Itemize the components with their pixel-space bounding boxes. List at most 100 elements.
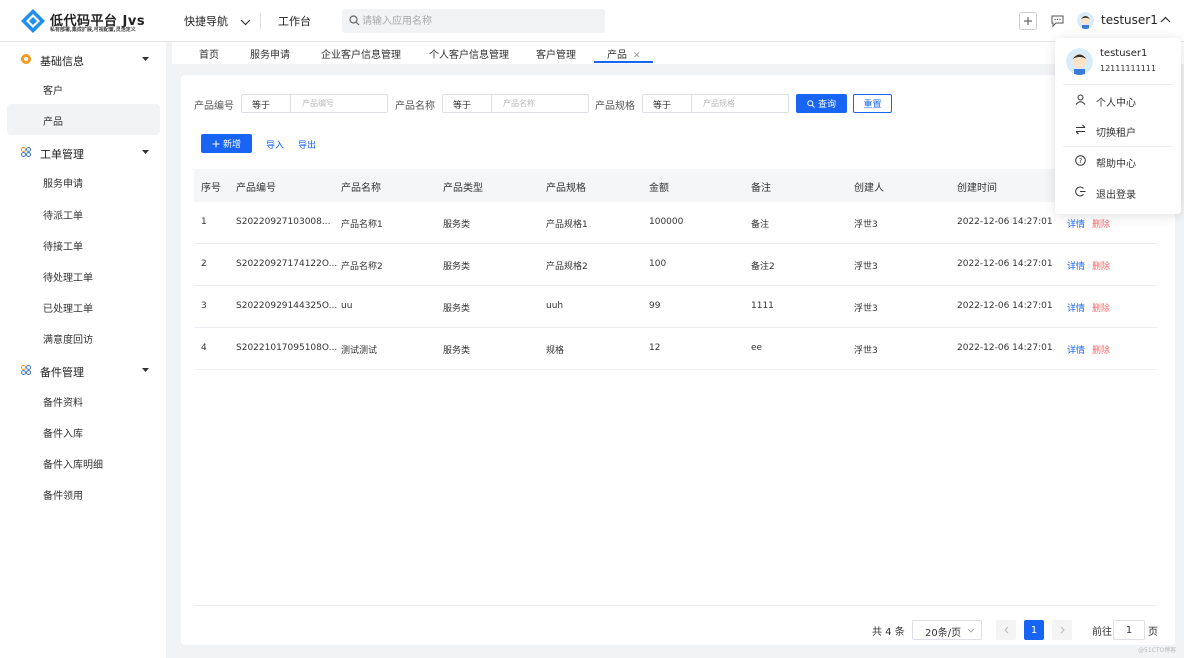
close-icon[interactable]: ✕ [633, 51, 641, 61]
detail-link[interactable]: 详情 [1067, 301, 1085, 314]
message-button[interactable] [1048, 12, 1066, 30]
export-button[interactable]: 导出 [298, 138, 316, 151]
menu-item-label: 退出登录 [1096, 190, 1136, 201]
menu-divider [1063, 146, 1173, 147]
table-cell: 2022-12-06 14:27:01 [957, 259, 1053, 269]
operator-select[interactable]: 等于 [643, 95, 692, 112]
delete-link[interactable]: 删除 [1092, 301, 1110, 314]
tab-service-request[interactable]: 服务申请 [250, 46, 290, 61]
sidebar-group-label: 工单管理 [40, 148, 84, 161]
table-cell: 服务类 [443, 346, 471, 356]
sidebar-item-customer[interactable]: 客户 [7, 73, 160, 104]
table-header: 序号 产品编号 产品名称 产品类型 产品规格 金额 备注 创建人 创建时间 [194, 169, 1157, 202]
logo[interactable]: 低代码平台 Jvs 私有部署,集成扩展,可视配置,灵活定义 [20, 8, 160, 36]
switch-icon [1075, 124, 1086, 135]
sidebar-item-label: 已处理工单 [43, 304, 93, 315]
goto-page-input[interactable] [1113, 620, 1145, 640]
table-cell: 12 [649, 343, 661, 353]
detail-link[interactable]: 详情 [1067, 259, 1085, 272]
sidebar-item-spare-data[interactable]: 备件资料 [7, 385, 160, 416]
filter-input[interactable] [292, 95, 387, 112]
user-name[interactable]: testuser1 [1101, 13, 1158, 27]
tab-label: 产品 [607, 50, 627, 61]
sidebar-item-label: 备件入库 [43, 429, 83, 440]
sidebar-item-service-request[interactable]: 服务申请 [7, 166, 160, 197]
tab-home[interactable]: 首页 [199, 46, 219, 61]
sidebar-item-spare-inbound-detail[interactable]: 备件入库明细 [7, 447, 160, 478]
sidebar-item-processed[interactable]: 已处理工单 [7, 291, 160, 322]
delete-link[interactable]: 删除 [1092, 259, 1110, 272]
logo-icon [21, 9, 45, 33]
tab-enterprise-customer[interactable]: 企业客户信息管理 [321, 46, 401, 61]
user-avatar[interactable] [1077, 12, 1094, 29]
add-button[interactable]: 新增 [201, 134, 252, 153]
grid-icon [21, 365, 31, 375]
delete-link[interactable]: 删除 [1092, 217, 1110, 230]
filter-label: 产品编号 [194, 101, 234, 112]
import-button[interactable]: 导入 [266, 138, 284, 151]
menu-item-logout[interactable]: 退出登录 [1075, 183, 1175, 203]
delete-link[interactable]: 删除 [1092, 343, 1110, 356]
reset-button[interactable]: 重置 [853, 94, 892, 113]
svg-text:?: ? [1079, 157, 1083, 165]
sidebar-item-label: 产品 [43, 117, 63, 128]
sidebar-item-product[interactable]: 产品 [7, 104, 160, 135]
quick-nav-label: 快捷导航 [184, 15, 228, 28]
table-cell: 1111 [751, 301, 774, 311]
active-tab-indicator [594, 61, 653, 63]
sidebar-group-work-order[interactable]: 工单管理 [0, 138, 166, 166]
table-cell: S20221017095108O... [236, 343, 338, 353]
table-cell: uu [341, 301, 353, 311]
pagination-total: 共 4 条 [872, 627, 905, 638]
filter-input[interactable] [693, 95, 788, 112]
sidebar-item-satisfaction[interactable]: 满意度回访 [7, 322, 160, 353]
chevron-up-icon[interactable] [1160, 16, 1171, 23]
query-button[interactable]: 查询 [796, 94, 847, 113]
table-bottom-border [194, 605, 1157, 606]
sidebar-item-pending-process[interactable]: 待处理工单 [7, 260, 160, 291]
next-page-button[interactable] [1052, 620, 1072, 640]
operator-select[interactable]: 等于 [443, 95, 492, 112]
sidebar-item-spare-inbound[interactable]: 备件入库 [7, 416, 160, 447]
caret-down-icon [142, 368, 149, 372]
prev-page-button[interactable] [996, 620, 1016, 640]
add-app-button[interactable] [1019, 12, 1037, 30]
caret-down-icon [142, 150, 149, 154]
sidebar-group-label: 备件管理 [40, 366, 84, 379]
detail-link[interactable]: 详情 [1067, 343, 1085, 356]
sidebar-item-spare-requisition[interactable]: 备件领用 [7, 478, 160, 509]
column-header: 序号 [201, 183, 221, 194]
sidebar-group-spare-parts[interactable]: 备件管理 [0, 356, 166, 384]
avatar-icon [1077, 12, 1094, 29]
table-cell: S20220927174122O... [236, 259, 338, 269]
table-cell: 服务类 [443, 220, 471, 230]
menu-divider [1063, 84, 1173, 85]
tab-product[interactable]: 产品 ✕ [607, 46, 641, 61]
table-row: 2 S20220927174122O... 产品名称2 服务类 产品规格2 10… [194, 244, 1157, 286]
menu-phone: 12111111111 [1100, 64, 1156, 73]
operator-select[interactable]: 等于 [242, 95, 291, 112]
table-cell: 产品规格1 [546, 220, 588, 230]
menu-item-personal-center[interactable]: 个人中心 [1075, 91, 1175, 111]
tab-personal-customer[interactable]: 个人客户信息管理 [429, 46, 509, 61]
detail-link[interactable]: 详情 [1067, 217, 1085, 230]
menu-item-help-center[interactable]: ? 帮助中心 [1075, 152, 1175, 172]
workbench-link[interactable]: 工作台 [278, 13, 311, 29]
table-cell: ee [751, 343, 763, 353]
quick-nav-dropdown[interactable]: 快捷导航 [184, 13, 251, 29]
sidebar-item-pending-dispatch[interactable]: 待派工单 [7, 198, 160, 229]
sidebar-item-pending-accept[interactable]: 待接工单 [7, 229, 160, 260]
column-header: 产品类型 [443, 183, 483, 194]
filter-input[interactable] [493, 95, 588, 112]
chevron-down-icon [967, 628, 975, 633]
basic-info-icon [21, 54, 31, 64]
chevron-left-icon [1003, 626, 1008, 634]
tab-customer-manage[interactable]: 客户管理 [536, 46, 576, 61]
table-cell: 2022-12-06 14:27:01 [957, 217, 1053, 227]
search-input[interactable] [362, 9, 597, 33]
search-icon [349, 15, 360, 26]
page-number-button[interactable]: 1 [1024, 620, 1044, 640]
menu-item-switch-tenant[interactable]: 切换租户 [1075, 121, 1175, 141]
sidebar-group-basic-info[interactable]: 基础信息 [0, 45, 166, 73]
page-size-select[interactable]: 20条/页 [912, 620, 982, 640]
